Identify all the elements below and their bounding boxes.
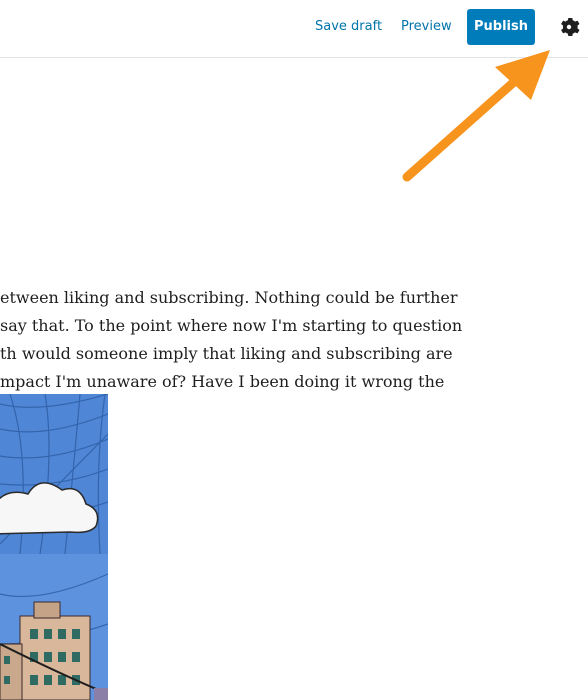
publish-button[interactable]: Publish bbox=[467, 9, 535, 45]
gear-icon bbox=[561, 18, 580, 36]
paragraph-line-2: say that. To the point where now I'm sta… bbox=[0, 316, 463, 335]
paragraph-line-3: th would someone imply that liking and s… bbox=[0, 344, 453, 363]
post-image[interactable] bbox=[0, 394, 108, 700]
editor-top-toolbar: Save draft Preview Publish bbox=[0, 0, 588, 58]
post-paragraph[interactable]: etween liking and subscribing. Nothing c… bbox=[0, 284, 463, 396]
cartoon-image bbox=[0, 394, 108, 700]
save-draft-button[interactable]: Save draft bbox=[315, 9, 382, 45]
settings-button[interactable] bbox=[557, 15, 581, 39]
paragraph-line-1: etween liking and subscribing. Nothing c… bbox=[0, 288, 458, 307]
preview-button[interactable]: Preview bbox=[401, 9, 452, 45]
paragraph-line-4: mpact I'm unaware of? Have I been doing … bbox=[0, 372, 445, 391]
